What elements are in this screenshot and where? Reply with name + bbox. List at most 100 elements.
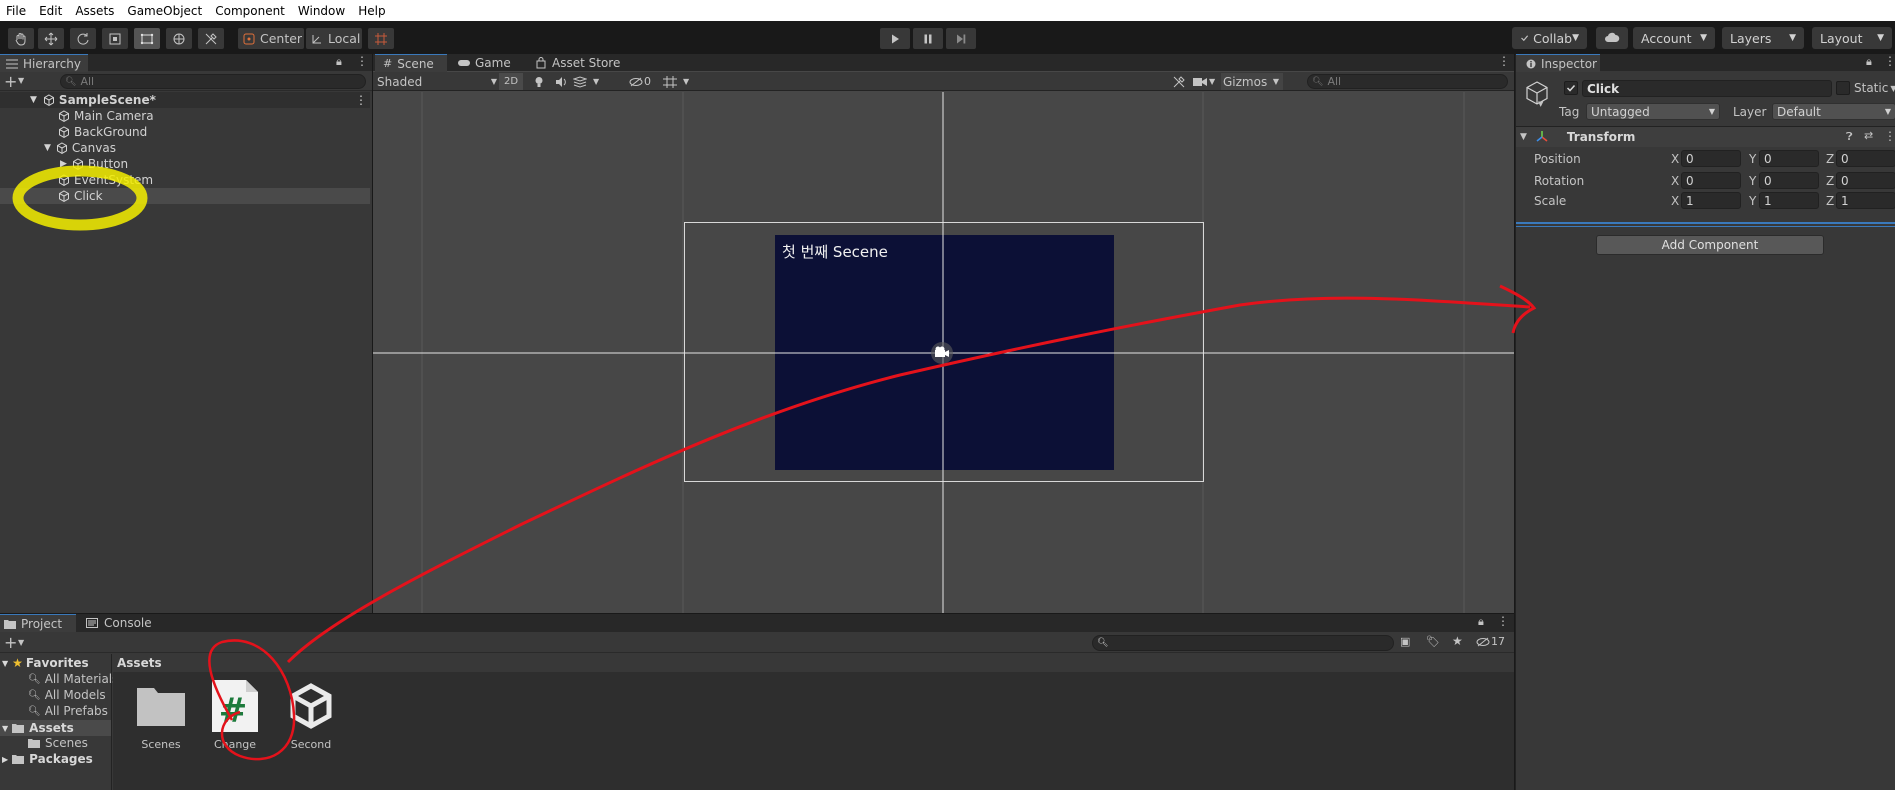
tab-hierarchy[interactable]: Hierarchy	[0, 54, 88, 72]
space-local-toggle[interactable]: Local	[306, 28, 362, 49]
chevron-down-icon[interactable]: ▼	[44, 143, 51, 153]
lock-icon[interactable]: 🔒︎	[1478, 615, 1484, 629]
position-x-input[interactable]: 0	[1681, 150, 1741, 167]
scene-viewport[interactable]: 첫 번째 Secene	[373, 92, 1514, 613]
account-dropdown[interactable]: Account ▼	[1633, 27, 1715, 49]
add-object-button[interactable]: +	[4, 72, 17, 91]
rotation-x-input[interactable]: 0	[1681, 172, 1741, 189]
layout-dropdown[interactable]: Layout ▼	[1812, 27, 1892, 49]
scene-tools-button[interactable]	[1169, 73, 1189, 90]
hierarchy-item-background[interactable]: BackGround	[0, 124, 370, 140]
menu-component[interactable]: Component	[209, 4, 292, 18]
hidden-objects-toggle[interactable]: 0	[629, 73, 659, 90]
tab-console[interactable]: Console	[86, 614, 166, 632]
tab-game[interactable]: Game	[457, 54, 527, 72]
scale-z-input[interactable]: 1	[1836, 192, 1895, 209]
more-options-icon[interactable]: ⋮	[1884, 54, 1895, 68]
label-tag-icon[interactable]: 🏷︎	[1426, 635, 1440, 648]
create-asset-button[interactable]: +	[4, 633, 17, 652]
grid-snap-button[interactable]	[368, 28, 394, 49]
favorite-item[interactable]: 🔍︎ All Prefabs	[28, 704, 108, 718]
layer-dropdown[interactable]: Default ▼	[1772, 103, 1895, 120]
transform-header[interactable]: ▼ Transform ❓︎ ⇄ ⋮	[1516, 127, 1895, 147]
shading-mode-dropdown[interactable]: Shaded ▼	[377, 73, 497, 90]
favorites-header[interactable]: ▼ ★ Favorites	[2, 656, 89, 670]
menu-help[interactable]: Help	[352, 4, 392, 18]
chevron-down-icon[interactable]: ▼	[18, 76, 24, 85]
presets-icon[interactable]: ⇄	[1864, 129, 1873, 142]
tab-inspector[interactable]: Inspector	[1516, 54, 1600, 72]
rotate-tool-button[interactable]	[70, 28, 96, 49]
scenes-folder-item[interactable]: Scenes	[28, 736, 88, 750]
scene-search-input[interactable]: 🔍︎ All	[1307, 74, 1508, 89]
audio-toggle[interactable]	[551, 73, 571, 90]
static-dropdown[interactable]: Static ▼	[1854, 81, 1895, 95]
object-name-input[interactable]: Click	[1582, 80, 1832, 97]
cloud-button[interactable]	[1596, 27, 1628, 49]
gizmos-dropdown[interactable]: ▼	[1269, 73, 1283, 90]
grid-dropdown[interactable]: ▼	[663, 73, 697, 90]
star-icon[interactable]: ★	[1452, 634, 1463, 648]
tab-project[interactable]: Project	[0, 614, 76, 632]
scale-tool-button[interactable]	[102, 28, 128, 49]
asset-item-change[interactable]: # Change	[205, 680, 265, 764]
hierarchy-search-input[interactable]: 🔍︎ All	[60, 74, 366, 89]
lock-icon[interactable]: 🔒︎	[1866, 55, 1872, 69]
effects-dropdown[interactable]: ▼	[573, 73, 605, 90]
collab-dropdown[interactable]: Collab ▼	[1512, 27, 1587, 49]
pause-button[interactable]	[913, 28, 943, 49]
pivot-center-toggle[interactable]: Center	[238, 28, 304, 49]
move-tool-button[interactable]	[38, 28, 64, 49]
active-checkbox[interactable]	[1564, 81, 1578, 95]
chevron-down-icon[interactable]: ▼	[1520, 132, 1527, 142]
position-z-input[interactable]: 0	[1836, 150, 1895, 167]
hierarchy-item-canvas[interactable]: ▼ Canvas	[0, 140, 370, 156]
hand-tool-button[interactable]	[8, 28, 34, 49]
menu-file[interactable]: File	[0, 4, 33, 18]
camera-gizmo-icon[interactable]	[929, 340, 955, 366]
assets-folder-item[interactable]: ▼ Assets	[0, 720, 111, 736]
menu-window[interactable]: Window	[292, 4, 352, 18]
camera-settings-dropdown[interactable]: ▼	[1193, 73, 1219, 90]
hierarchy-item-click[interactable]: Click	[0, 188, 370, 204]
asset-item-scenes[interactable]: Scenes	[131, 684, 191, 764]
menu-gameobject[interactable]: GameObject	[121, 4, 209, 18]
menu-edit[interactable]: Edit	[33, 4, 69, 18]
more-options-icon[interactable]: ⋮	[1498, 54, 1510, 68]
tag-dropdown[interactable]: Untagged ▼	[1586, 103, 1720, 120]
packages-folder-item[interactable]: ▶ Packages	[2, 752, 93, 766]
position-y-input[interactable]: 0	[1759, 150, 1819, 167]
tab-asset-store[interactable]: Asset Store	[535, 54, 635, 72]
more-options-icon[interactable]: ⋮	[1884, 129, 1895, 143]
menu-assets[interactable]: Assets	[69, 4, 121, 18]
add-component-button[interactable]: Add Component	[1596, 235, 1824, 255]
chevron-down-icon[interactable]: ▼	[1538, 100, 1543, 108]
step-button[interactable]	[946, 28, 976, 49]
help-icon[interactable]: ❓︎	[1846, 130, 1853, 144]
more-options-icon[interactable]: ⋮	[355, 93, 367, 107]
more-options-icon[interactable]: ⋮	[1497, 614, 1509, 628]
custom-tool-button[interactable]	[198, 28, 224, 49]
tab-scene[interactable]: # Scene	[375, 54, 447, 72]
breadcrumb-assets[interactable]: Assets	[117, 656, 162, 670]
layers-dropdown[interactable]: Layers ▼	[1722, 27, 1804, 49]
hidden-packages-toggle[interactable]: 17	[1476, 635, 1505, 648]
play-button[interactable]	[880, 28, 910, 49]
rotation-y-input[interactable]: 0	[1759, 172, 1819, 189]
favorite-item[interactable]: 🔍︎ All Materials	[28, 672, 118, 686]
rotation-z-input[interactable]: 0	[1836, 172, 1895, 189]
scale-y-input[interactable]: 1	[1759, 192, 1819, 209]
scene-row[interactable]: ▼ SampleScene* ⋮	[0, 92, 370, 108]
scale-x-input[interactable]: 1	[1681, 192, 1741, 209]
favorite-item[interactable]: 🔍︎ All Models	[28, 688, 106, 702]
transform-tool-button[interactable]	[166, 28, 192, 49]
gizmos-toggle[interactable]: Gizmos	[1221, 73, 1269, 90]
filter-type-icon[interactable]: ▣	[1400, 635, 1410, 648]
static-checkbox[interactable]	[1836, 81, 1850, 95]
hierarchy-item-button[interactable]: ▶ Button	[0, 156, 370, 172]
lock-icon[interactable]: 🔒︎	[336, 55, 342, 69]
lighting-toggle[interactable]	[529, 73, 549, 90]
asset-item-second[interactable]: Second	[281, 683, 341, 764]
rect-tool-button[interactable]	[134, 28, 160, 49]
hierarchy-item-main-camera[interactable]: Main Camera	[0, 108, 370, 124]
